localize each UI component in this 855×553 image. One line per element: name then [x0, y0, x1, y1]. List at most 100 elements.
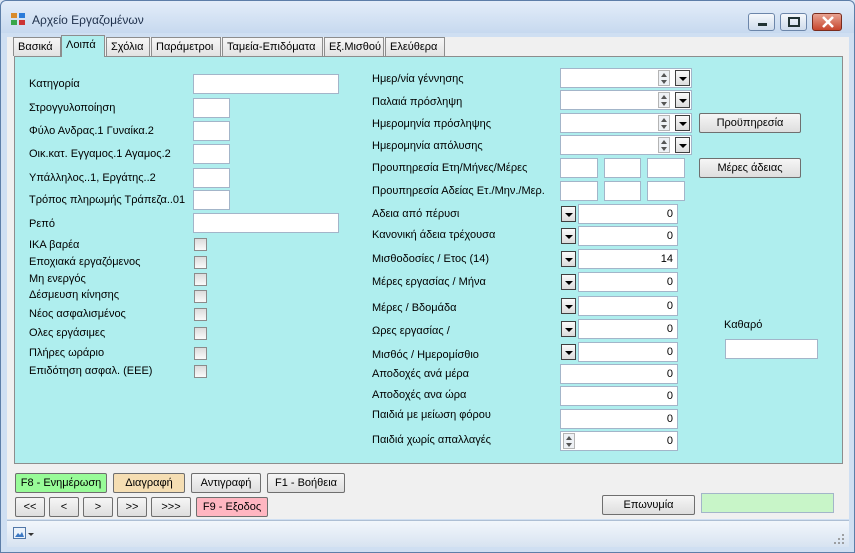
salaries-field[interactable]: 14 [578, 249, 678, 269]
company-button[interactable]: Επωνυμία [602, 495, 695, 515]
kids-none-field[interactable]: 0 [560, 431, 678, 451]
earn-hour-field[interactable]: 0 [560, 386, 678, 406]
repo-label: Ρεπό [29, 218, 55, 230]
payment-label: Τρόπος πληρωμής Τράπεζα..01 [29, 194, 186, 206]
resize-grip-icon[interactable] [833, 533, 845, 545]
salaries-dropdown[interactable] [561, 251, 576, 267]
earn-day-label: Αποδοχές ανά μέρα [372, 368, 470, 380]
old-hire-dropdown[interactable] [675, 92, 690, 108]
maximize-button[interactable] [780, 13, 807, 31]
copy-button[interactable]: Αντιγραφή [191, 473, 261, 493]
old-hire-field[interactable] [560, 90, 692, 110]
prior-service-button[interactable]: Προϋπηρεσία [699, 113, 801, 133]
update-button[interactable]: F8 - Ενημέρωση [15, 473, 107, 493]
workdays-dropdown[interactable] [561, 274, 576, 290]
checkbox-full-time[interactable] [194, 347, 207, 360]
days-week-dropdown[interactable] [561, 298, 576, 314]
nav-first-button[interactable]: << [15, 497, 45, 517]
minimize-icon [758, 23, 767, 26]
leave-years-field[interactable] [560, 181, 598, 201]
workdays-field[interactable]: 0 [578, 272, 678, 292]
nav-end-button[interactable]: >>> [151, 497, 191, 517]
checkbox-ika[interactable] [194, 238, 207, 251]
checkbox-subsidy[interactable] [194, 365, 207, 378]
tab-comments[interactable]: Σχόλια [106, 37, 150, 56]
birth-spin[interactable] [658, 70, 670, 86]
leave-days-field[interactable] [647, 181, 685, 201]
prior-days-field[interactable] [647, 158, 685, 178]
checkbox-all-workdays[interactable] [194, 327, 207, 340]
minimize-button[interactable] [748, 13, 775, 31]
nav-last-button[interactable]: >> [117, 497, 147, 517]
check-label: Ολες εργάσιμες [29, 327, 106, 339]
fire-date-dropdown[interactable] [675, 137, 690, 153]
close-button[interactable] [812, 13, 842, 31]
wage-field[interactable]: 0 [578, 342, 678, 362]
tab-other[interactable]: Λοιπά [61, 35, 105, 57]
tab-basic[interactable]: Βασικά [13, 37, 61, 56]
prior-months-field[interactable] [604, 158, 641, 178]
gender-field[interactable] [193, 121, 230, 141]
checkbox-new-insured[interactable] [194, 308, 207, 321]
leave-prev-dropdown[interactable] [561, 206, 576, 222]
leave-cur-field[interactable]: 0 [578, 226, 678, 246]
tab-free[interactable]: Ελεύθερα [385, 37, 445, 56]
net-label: Καθαρό [724, 319, 763, 331]
leave-prev-label: Αδεια από πέρυσι [372, 208, 460, 220]
leave-days-button[interactable]: Μέρες άδειας [699, 158, 801, 178]
leave-months-field[interactable] [604, 181, 641, 201]
check-label: Νέος ασφαλισμένος [29, 308, 126, 320]
old-hire-spin[interactable] [658, 92, 670, 108]
help-button[interactable]: F1 - Βοήθεια [267, 473, 345, 493]
window-title: Αρχείο Εργαζομένων [32, 13, 144, 27]
prior-leave-label: Προυπηρεσία Αδείας Ετ./Μην./Μερ. [372, 185, 545, 197]
hire-date-spin[interactable] [658, 115, 670, 131]
payment-field[interactable] [193, 190, 230, 210]
checkbox-seasonal[interactable] [194, 256, 207, 269]
category-field[interactable] [193, 74, 339, 94]
hours-field[interactable]: 0 [578, 319, 678, 339]
wage-dropdown[interactable] [561, 344, 576, 360]
hire-date-field[interactable] [560, 113, 692, 133]
net-field[interactable] [725, 339, 818, 359]
kids-none-spin[interactable] [563, 433, 575, 449]
fire-date-spin[interactable] [658, 137, 670, 153]
prior-years-field[interactable] [560, 158, 598, 178]
tab-panel: Κατηγορία Στρογγυλοποίηση Φύλο Ανδρας.1 … [14, 56, 843, 464]
hours-dropdown[interactable] [561, 321, 576, 337]
leave-cur-dropdown[interactable] [561, 228, 576, 244]
check-label: ΙΚΑ βαρέα [29, 239, 80, 251]
marital-field[interactable] [193, 144, 230, 164]
days-week-field[interactable]: 0 [578, 296, 678, 316]
nav-next-button[interactable]: > [83, 497, 113, 517]
workdays-label: Μέρες εργασίας / Μήνα [372, 276, 486, 288]
leave-prev-field[interactable]: 0 [578, 204, 678, 224]
days-week-label: Μέρες / Βδομάδα [372, 302, 457, 314]
title-bar: Αρχείο Εργαζομένων [1, 1, 854, 33]
checkbox-lock[interactable] [194, 290, 207, 303]
checkbox-inactive[interactable] [194, 273, 207, 286]
tab-funds[interactable]: Ταμεία-Επιδόματα [222, 37, 323, 56]
company-field[interactable] [701, 493, 834, 513]
emp-type-field[interactable] [193, 168, 230, 188]
tab-salary-ext[interactable]: Εξ.Μισθού [324, 37, 384, 56]
image-icon[interactable] [13, 527, 35, 541]
check-label: Πλήρες ωράριο [29, 347, 105, 359]
hire-date-dropdown[interactable] [675, 115, 690, 131]
nav-prev-button[interactable]: < [49, 497, 79, 517]
hours-label: Ωρες εργασίας / [372, 325, 450, 337]
rounding-label: Στρογγυλοποίηση [29, 102, 116, 114]
repo-field[interactable] [193, 213, 339, 233]
delete-button[interactable]: Διαγραφή [113, 473, 185, 493]
birth-date-field[interactable] [560, 68, 692, 88]
earn-day-field[interactable]: 0 [560, 364, 678, 384]
close-icon [822, 16, 834, 28]
fire-date-field[interactable] [560, 135, 692, 155]
kids-tax-field[interactable]: 0 [560, 409, 678, 429]
birth-dropdown[interactable] [675, 70, 690, 86]
rounding-field[interactable] [193, 98, 230, 118]
main-window: Αρχείο Εργαζομένων Βασικά Λοιπά Σχόλια Π… [0, 0, 855, 553]
tab-parameters[interactable]: Παράμετροι [151, 37, 221, 56]
prior-service-label: Προυπηρεσία Ετη/Μήνες/Μέρες [372, 162, 528, 174]
exit-button[interactable]: F9 - Εξοδος [196, 497, 268, 517]
